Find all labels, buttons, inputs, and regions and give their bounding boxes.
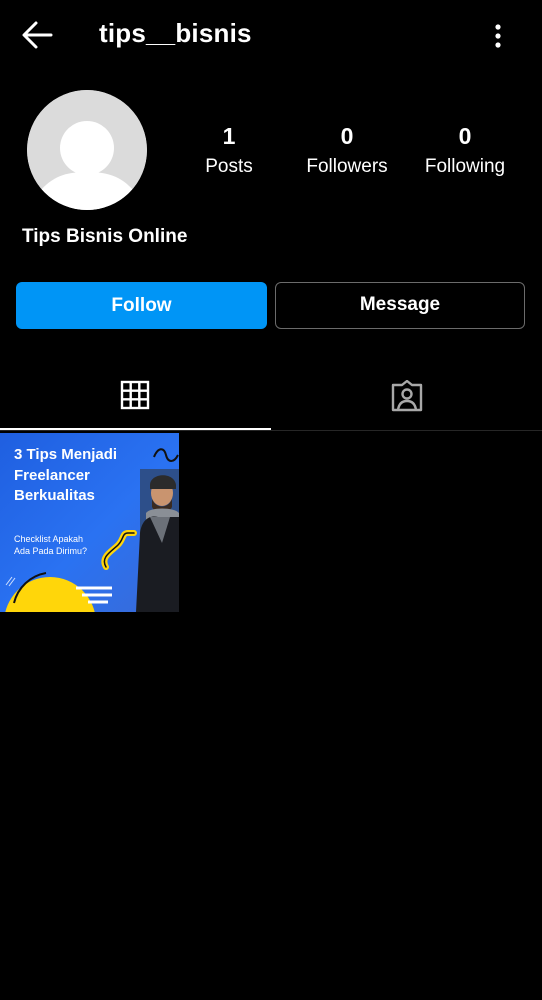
tagged-person-icon [391,380,423,412]
post-title: 3 Tips Menjadi Freelancer Berkualitas [14,446,118,504]
profile-display-name: Tips Bisnis Online [22,226,188,247]
followers-count-label: Followers [306,156,388,177]
followers-count[interactable]: 0 Followers [282,122,412,184]
tab-tagged[interactable] [271,360,542,429]
posts-count-label: Posts [205,156,253,177]
follow-button[interactable]: Follow [16,282,267,329]
message-button[interactable]: Message [275,282,525,329]
tab-posts-grid[interactable] [0,360,271,430]
post-thumbnail[interactable]: 3 Tips Menjadi Freelancer Berkualitas Ch… [0,433,179,612]
following-count-value: 0 [458,123,472,149]
more-options-button[interactable] [484,20,512,52]
default-avatar-icon [27,90,147,210]
arrow-left-icon [22,21,53,49]
following-count[interactable]: 0 Following [400,122,530,184]
posts-count[interactable]: 1 Posts [164,122,294,184]
profile-avatar[interactable] [27,90,147,210]
back-button[interactable] [18,17,58,53]
profile-tabs [0,360,542,431]
followers-count-value: 0 [340,123,354,149]
more-vertical-icon [495,24,501,48]
posts-count-value: 1 [222,123,236,149]
profile-username: tips__bisnis [99,18,252,48]
post-subtitle: Checklist Apakah Ada Pada Dirimu? [14,534,88,556]
active-tab-indicator [0,428,271,430]
following-count-label: Following [424,156,506,177]
grid-icon [120,380,150,410]
top-bar: tips__bisnis [0,0,542,70]
